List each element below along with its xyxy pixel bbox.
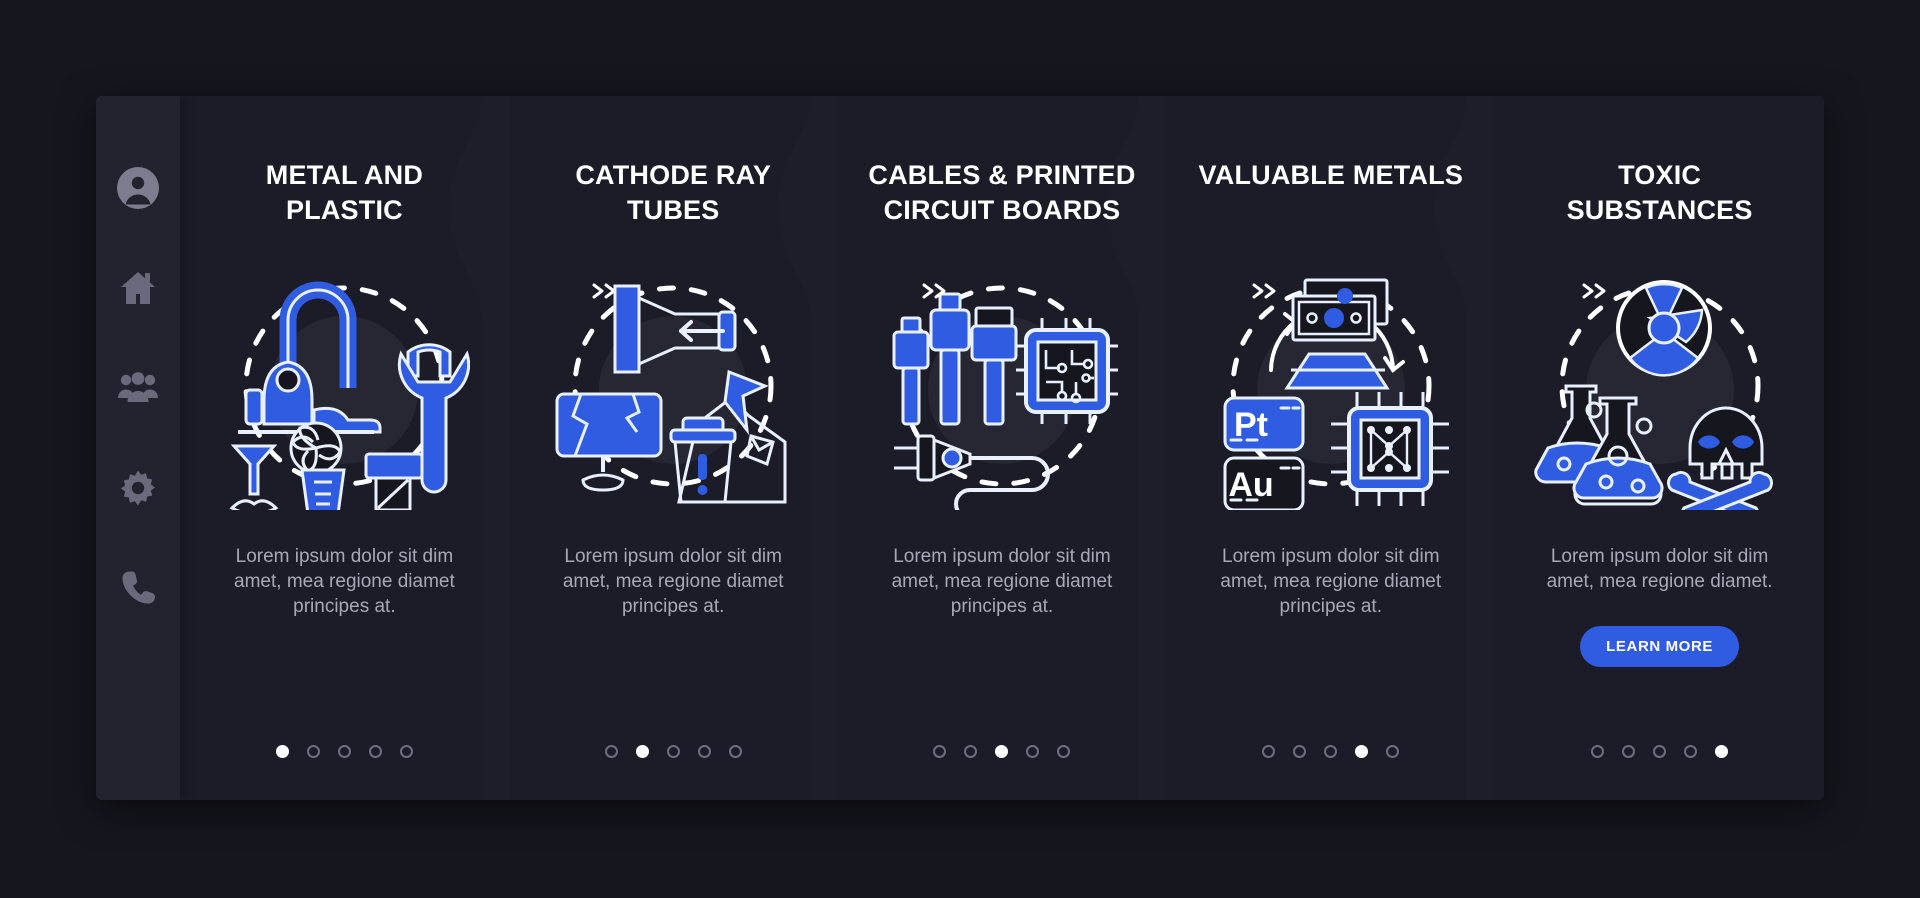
pagination-dot[interactable] [1591,745,1605,758]
next-step-chevron [920,282,950,300]
onboarding-card-strip: METAL AND PLASTIC Lorem ipsum dolor sit … [180,96,1824,800]
card-title: VALUABLE METALS [1198,160,1464,190]
pagination-dots [1495,745,1824,758]
onboarding-frame: METAL AND PLASTIC Lorem ipsum dolor sit … [96,96,1824,800]
onboarding-card-4[interactable]: VALUABLE METALS Pt Au Lorem ipsum dolor … [1166,96,1495,800]
vacuum-wrench-tools-icon [218,258,471,510]
pagination-dots [509,745,838,758]
onboarding-card-3[interactable]: CABLES & PRINTED CIRCUIT BOARDS Lorem ip… [837,96,1167,800]
element-symbol-platinum: Pt [1234,406,1268,444]
pagination-dot[interactable] [1262,745,1276,758]
pagination-dot[interactable] [604,745,618,758]
pagination-dot[interactable] [368,745,382,758]
radiation-flasks-skull-icon [1533,258,1786,510]
crt-monitor-waste-icon [547,258,799,510]
card-body-text: Lorem ipsum dolor sit dim amet, mea regi… [891,546,1113,617]
next-step-chevron [1250,282,1280,300]
cables-chip-plug-icon [876,258,1128,510]
card-body-text: Lorem ipsum dolor sit dim amet, mea regi… [1220,546,1442,617]
onboarding-card-1[interactable]: METAL AND PLASTIC Lorem ipsum dolor sit … [180,96,509,800]
money-gold-elements-chip-icon: Pt Au [1205,258,1457,510]
next-step-chevron [590,282,620,300]
pagination-dot[interactable] [666,745,680,758]
people-icon[interactable] [116,366,160,410]
onboarding-card-5[interactable]: TOXIC SUBSTANCES Lorem ipsum dolor sit d… [1495,96,1824,800]
card-title: TOXIC SUBSTANCES [1566,160,1753,225]
gear-icon[interactable] [116,466,160,510]
home-icon[interactable] [116,266,160,310]
pagination-dot[interactable] [1355,745,1369,758]
screenshot-stage: METAL AND PLASTIC Lorem ipsum dolor sit … [0,0,1920,898]
card-body-text: Lorem ipsum dolor sit dim amet, mea regi… [234,546,455,617]
pagination-dot[interactable] [275,745,289,758]
card-body-text: Lorem ipsum dolor sit dim amet, mea regi… [1546,546,1773,592]
card-title: CABLES & PRINTED CIRCUIT BOARDS [868,160,1136,225]
pagination-dot[interactable] [728,745,742,758]
pagination-dot[interactable] [1653,745,1667,758]
card-title: METAL AND PLASTIC [265,160,424,225]
pagination-dot[interactable] [1622,745,1636,758]
pagination-dots [838,745,1167,758]
pagination-dot[interactable] [1293,745,1307,758]
pagination-dot[interactable] [697,745,711,758]
pagination-dots [180,745,509,758]
pagination-dot[interactable] [337,745,351,758]
pagination-dot[interactable] [933,745,947,758]
phone-icon[interactable] [116,566,160,610]
card-title: CATHODE RAY TUBES [575,160,772,225]
pagination-dots [1166,745,1495,758]
pagination-dot[interactable] [1324,745,1338,758]
sidebar [96,96,180,800]
card-body-text: Lorem ipsum dolor sit dim amet, mea regi… [562,546,784,617]
pagination-dot[interactable] [399,745,413,758]
avatar-icon[interactable] [116,166,160,210]
pagination-dot[interactable] [995,745,1009,758]
element-symbol-gold: Au [1228,466,1273,504]
learn-more-button[interactable]: LEARN MORE [1580,626,1739,667]
pagination-dot[interactable] [1057,745,1071,758]
pagination-dot[interactable] [306,745,320,758]
pagination-dot[interactable] [1684,745,1698,758]
pagination-dot[interactable] [1715,745,1729,758]
onboarding-card-2[interactable]: CATHODE RAY TUBES Lorem ipsum dolor sit … [508,96,838,800]
pagination-dot[interactable] [1386,745,1400,758]
pagination-dot[interactable] [964,745,978,758]
pagination-dot[interactable] [1026,745,1040,758]
pagination-dot[interactable] [635,745,649,758]
next-step-chevron [1580,282,1610,300]
